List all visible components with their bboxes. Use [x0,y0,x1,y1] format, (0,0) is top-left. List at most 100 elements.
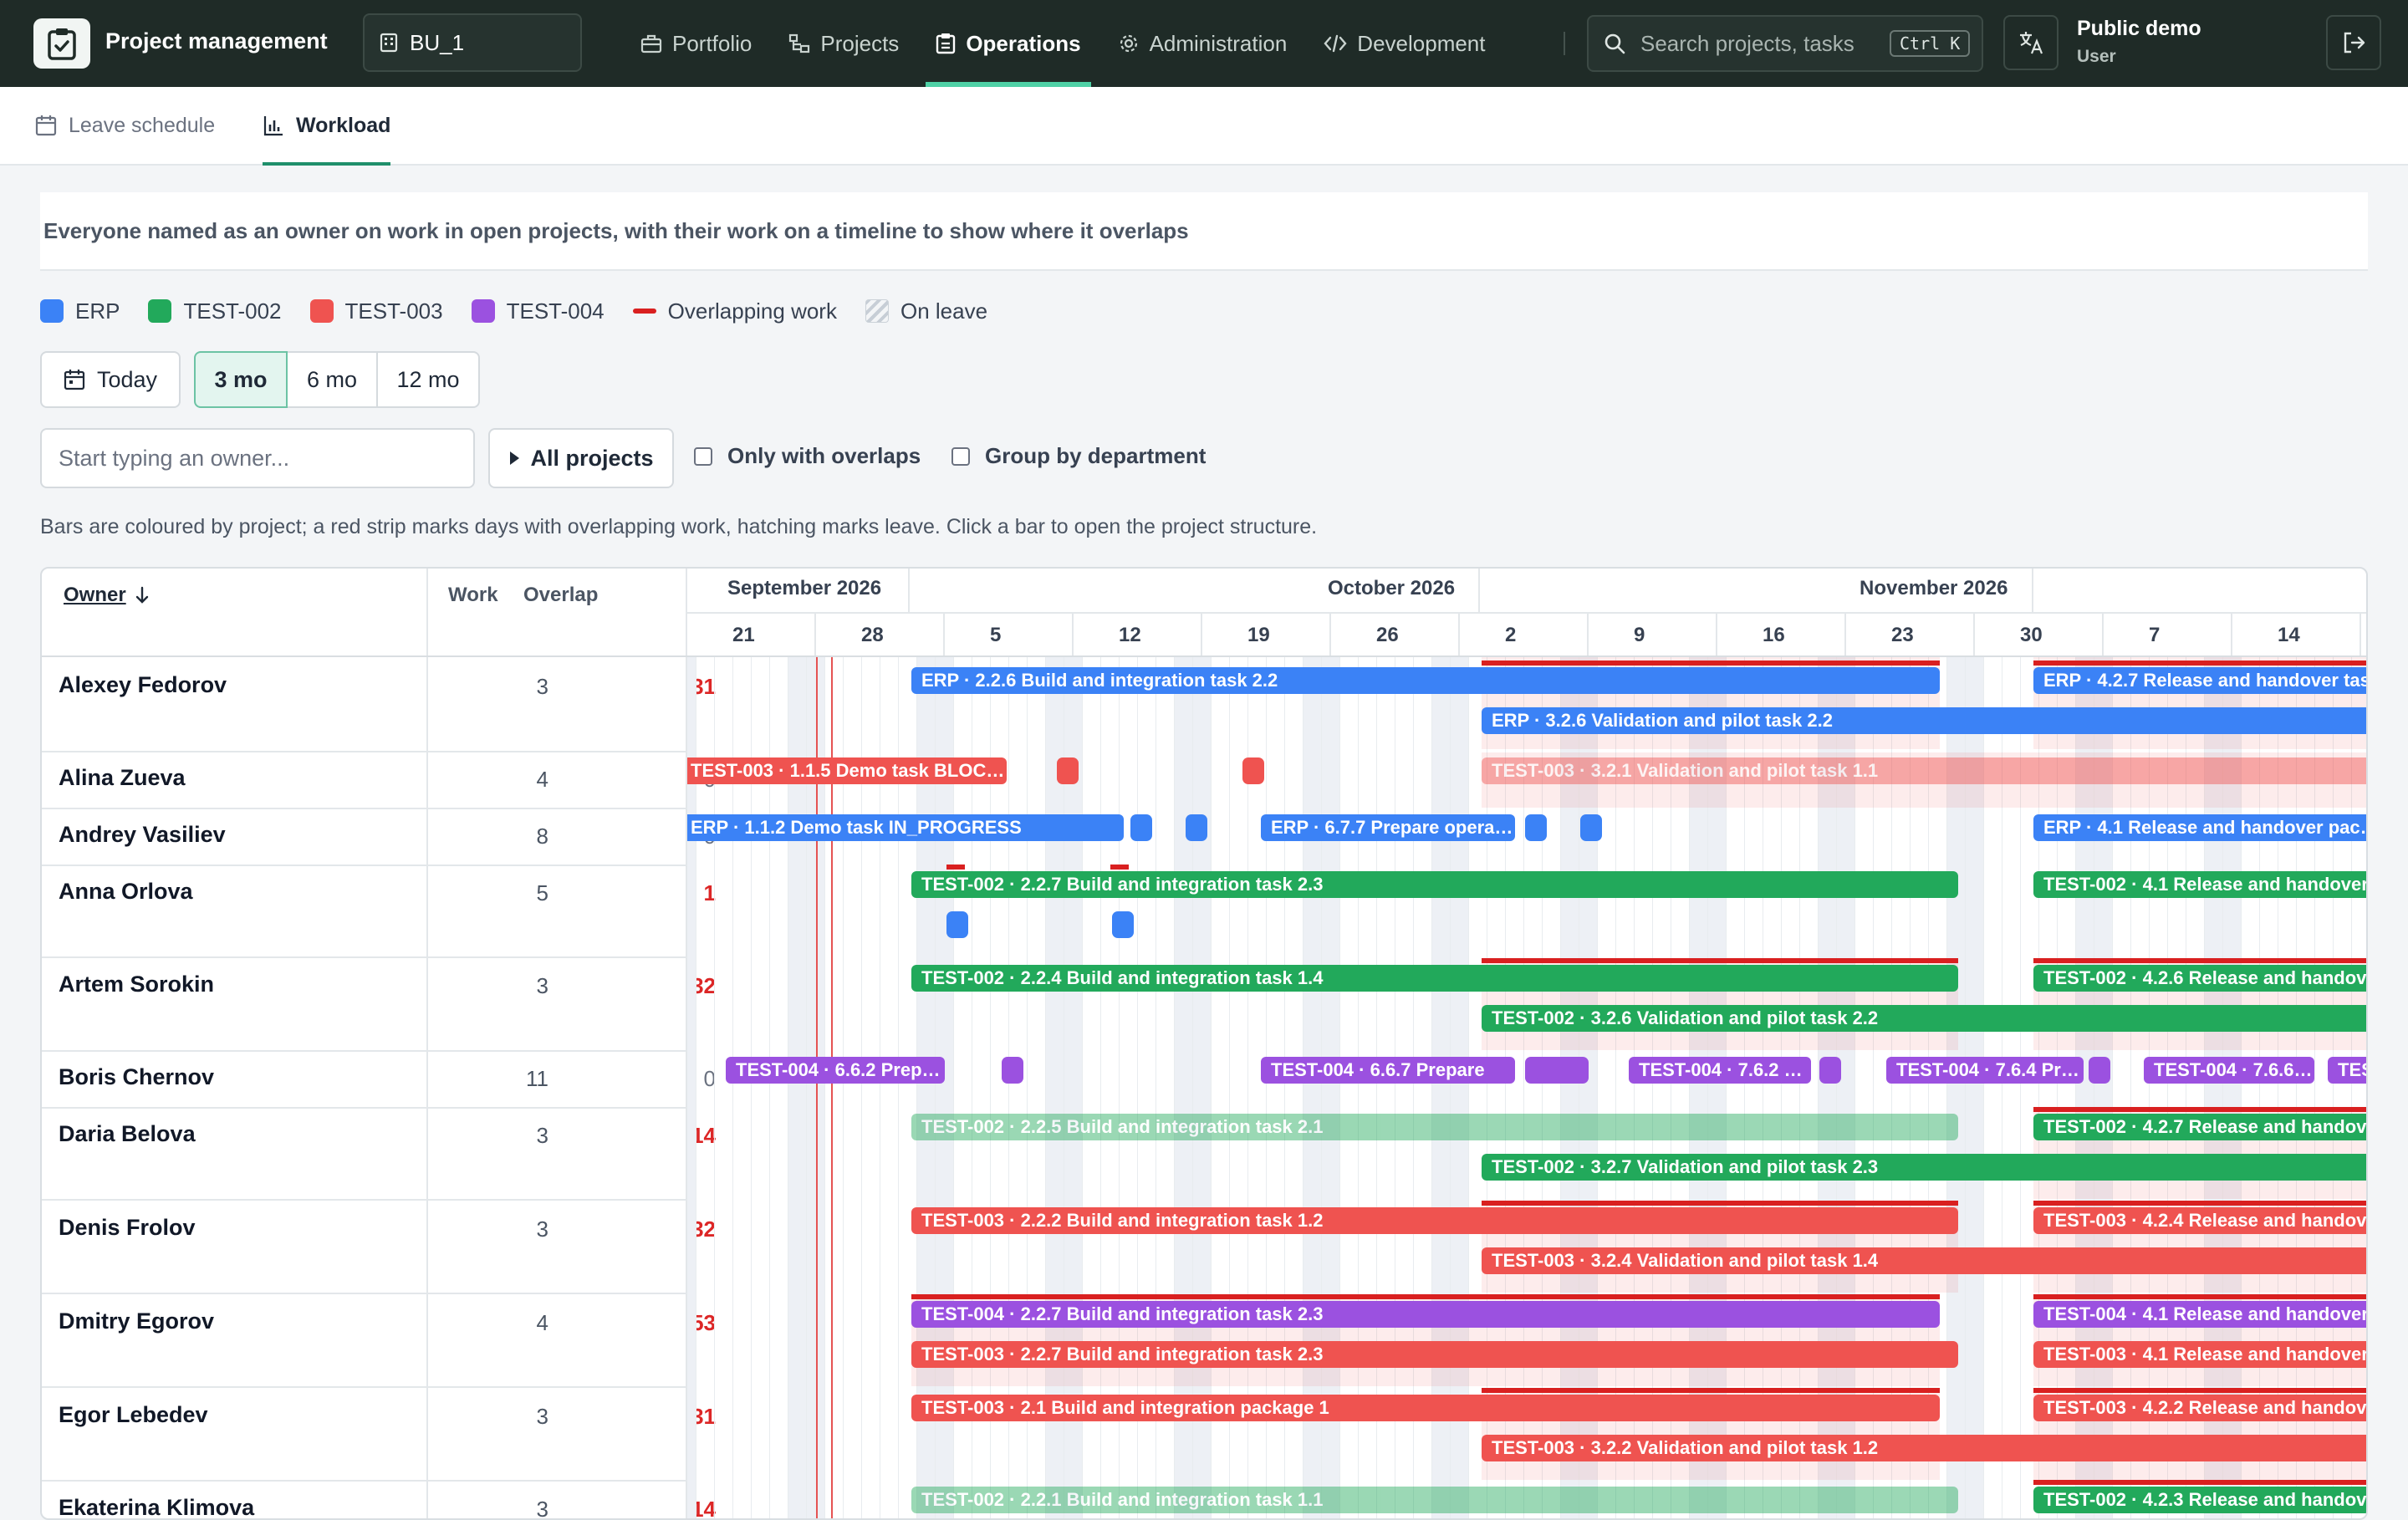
task-chip[interactable] [1580,814,1602,841]
owner-name[interactable]: Artem Sorokin [59,972,214,997]
work-bar[interactable]: TEST-003 · 1.1.5 Demo task BLOCKED [687,757,1007,784]
language-button[interactable] [2003,15,2059,70]
code-icon [1324,34,1347,53]
month-label: September 2026 [727,577,882,599]
owner-name[interactable]: Ekaterina Klimova [59,1495,254,1518]
work-bar[interactable]: TEST-002 · 2.2.5 Build and integration t… [911,1114,1958,1140]
owner-name[interactable]: Alexey Fedorov [59,672,227,698]
checkbox[interactable] [694,446,712,466]
work-bar[interactable]: TEST-002 · 3.2.7 Validation and pilot ta… [1482,1154,2366,1181]
work-bar[interactable]: ERP · 4.2.7 Release and handover task [2033,667,2366,694]
owner-name[interactable]: Anna Orlova [59,879,193,905]
nav-operations[interactable]: Operations [917,0,1099,87]
today-button[interactable]: Today [40,351,181,408]
work-bar[interactable]: TEST-003 · 4.2.2 Release and handover [2033,1395,2366,1421]
search-input[interactable] [1639,29,1876,58]
owner-filter-input[interactable] [40,428,475,488]
owner-name[interactable]: Alina Zueva [59,765,186,791]
app-logo[interactable] [33,18,90,69]
global-search[interactable]: Ctrl K [1587,15,1983,72]
owner-name[interactable]: Daria Belova [59,1121,196,1147]
work-bar[interactable]: TEST-002 · 4.2.6 Release and handover [2033,965,2366,992]
work-bar[interactable]: ERP · 3.2.6 Validation and pilot task 2.… [1482,707,2366,734]
work-bar[interactable]: ERP · 4.1 Release and handover package [2033,814,2366,841]
work-bar[interactable]: ERP · 2.2.6 Build and integration task 2… [911,667,1940,694]
task-chip[interactable] [1525,814,1547,841]
work-bar[interactable]: TEST-002 · 2.2.4 Build and integration t… [911,965,1958,992]
work-bar[interactable]: TEST-004 · 4.1 Release and handover [2033,1301,2366,1328]
owner-name[interactable]: Andrey Vasiliev [59,822,226,848]
logout-button[interactable] [2326,15,2381,70]
day-gridline [1431,657,1432,1518]
work-bar[interactable]: TEST-002 · 4.1 Release and handover [2033,871,2366,898]
business-unit-value: BU_1 [410,29,465,55]
only-overlaps-checkbox[interactable]: Only with overlaps [694,443,921,469]
work-bar[interactable]: TEST-004 · 6.6.7 Prepare [1261,1057,1515,1084]
range-6mo-button[interactable]: 6 mo [286,351,378,408]
task-chip[interactable] [946,911,968,938]
work-count: 8 [536,824,548,849]
tab-workload[interactable]: Workload [263,87,391,166]
work-bar[interactable]: TEST-004 · 7.6.2 Prepare [1629,1057,1811,1084]
task-chip[interactable] [1002,1057,1023,1084]
work-bar[interactable]: TEST-004 · 2.2.7 Build and integration t… [911,1301,1940,1328]
all-projects-button[interactable]: All projects [488,428,674,488]
work-bar[interactable]: TEST-004 · 7.6.6 Prepare [2144,1057,2314,1084]
work-bar[interactable]: TEST-004 · 6.6.2 Prepare [726,1057,945,1084]
range-3mo-button[interactable]: 3 mo [194,351,288,408]
work-bar[interactable]: TEST-002 · 2.2.7 Build and integration t… [911,871,1958,898]
task-chip[interactable] [1130,814,1152,841]
week-tick [1587,614,1589,655]
day-gridline [1376,657,1377,1518]
work-bar[interactable]: TEST-003 · 2.2.2 Build and integration t… [911,1207,1958,1234]
nav-development[interactable]: Development [1305,0,1503,87]
nav-administration[interactable]: Administration [1099,0,1306,87]
work-bar[interactable]: ERP · 1.1.2 Demo task IN_PROGRESS [687,814,1124,841]
tab-leave-schedule[interactable]: Leave schedule [35,87,215,164]
overlap-strip [1482,661,1940,666]
work-bar[interactable]: TEST-003 · 2.2.7 Build and integration t… [911,1341,1958,1368]
work-bar[interactable]: ERP · 6.7.7 Prepare operations [1261,814,1515,841]
owner-name[interactable]: Dmitry Egorov [59,1308,214,1334]
owner-name[interactable]: Denis Frolov [59,1215,196,1241]
day-gridline [1413,657,1414,1518]
task-chip[interactable] [1537,1057,1589,1084]
task-chip[interactable] [2089,1057,2110,1084]
week-label: 26 [1376,624,1399,646]
owner-name[interactable]: Boris Chernov [59,1064,214,1090]
owner-column-header[interactable]: Owner [64,584,150,607]
work-bar[interactable]: TEST-003 · 3.2.1 Validation and pilot ta… [1482,757,2366,784]
range-segmented: 3 mo 6 mo 12 mo [194,351,480,408]
owner-name[interactable]: Egor Lebedev [59,1402,208,1428]
legend: ERP TEST-002 TEST-003 TEST-004 Overlappi… [40,298,1016,324]
work-bar[interactable]: TEST-004 [2328,1057,2366,1084]
work-bar[interactable]: TEST-003 · 3.2.2 Validation and pilot ta… [1482,1435,2366,1461]
work-bar[interactable]: TEST-003 · 4.2.4 Release and handover [2033,1207,2366,1234]
work-bar[interactable]: TEST-002 · 4.2.3 Release and handover [2033,1487,2366,1513]
task-chip[interactable] [1819,1057,1841,1084]
task-chip[interactable] [1057,757,1079,784]
work-bar[interactable]: TEST-003 · 2.1 Build and integration pac… [911,1395,1940,1421]
group-by-department-checkbox[interactable]: Group by department [951,443,1206,469]
today-marker [816,657,818,1518]
business-unit-select[interactable]: BU_1 [363,13,582,72]
task-chip[interactable] [1242,757,1264,784]
week-label: 19 [1247,624,1270,646]
work-bar[interactable]: TEST-003 · 4.1 Release and handover [2033,1341,2366,1368]
work-bar[interactable]: TEST-002 · 2.2.1 Build and integration t… [911,1487,1958,1513]
day-gridline [1045,657,1046,1518]
checkbox[interactable] [951,446,970,466]
task-chip[interactable] [1186,814,1207,841]
nav-portfolio[interactable]: Portfolio [622,0,770,87]
day-gridline [732,657,733,1518]
task-chip[interactable] [1112,911,1134,938]
nav-projects[interactable]: Projects [770,0,917,87]
overlap-strip [1482,1201,1958,1206]
range-12mo-button[interactable]: 12 mo [376,351,480,408]
work-bar[interactable]: TEST-003 · 3.2.4 Validation and pilot ta… [1482,1247,2366,1274]
work-bar[interactable]: TEST-002 · 3.2.6 Validation and pilot ta… [1482,1005,2366,1032]
work-bar[interactable]: TEST-004 · 7.6.4 Prepare [1886,1057,2084,1084]
work-bar[interactable]: TEST-002 · 4.2.7 Release and handover [2033,1114,2366,1140]
clipboard-icon [936,33,956,54]
checkbox-label: Only with overlaps [727,443,921,468]
